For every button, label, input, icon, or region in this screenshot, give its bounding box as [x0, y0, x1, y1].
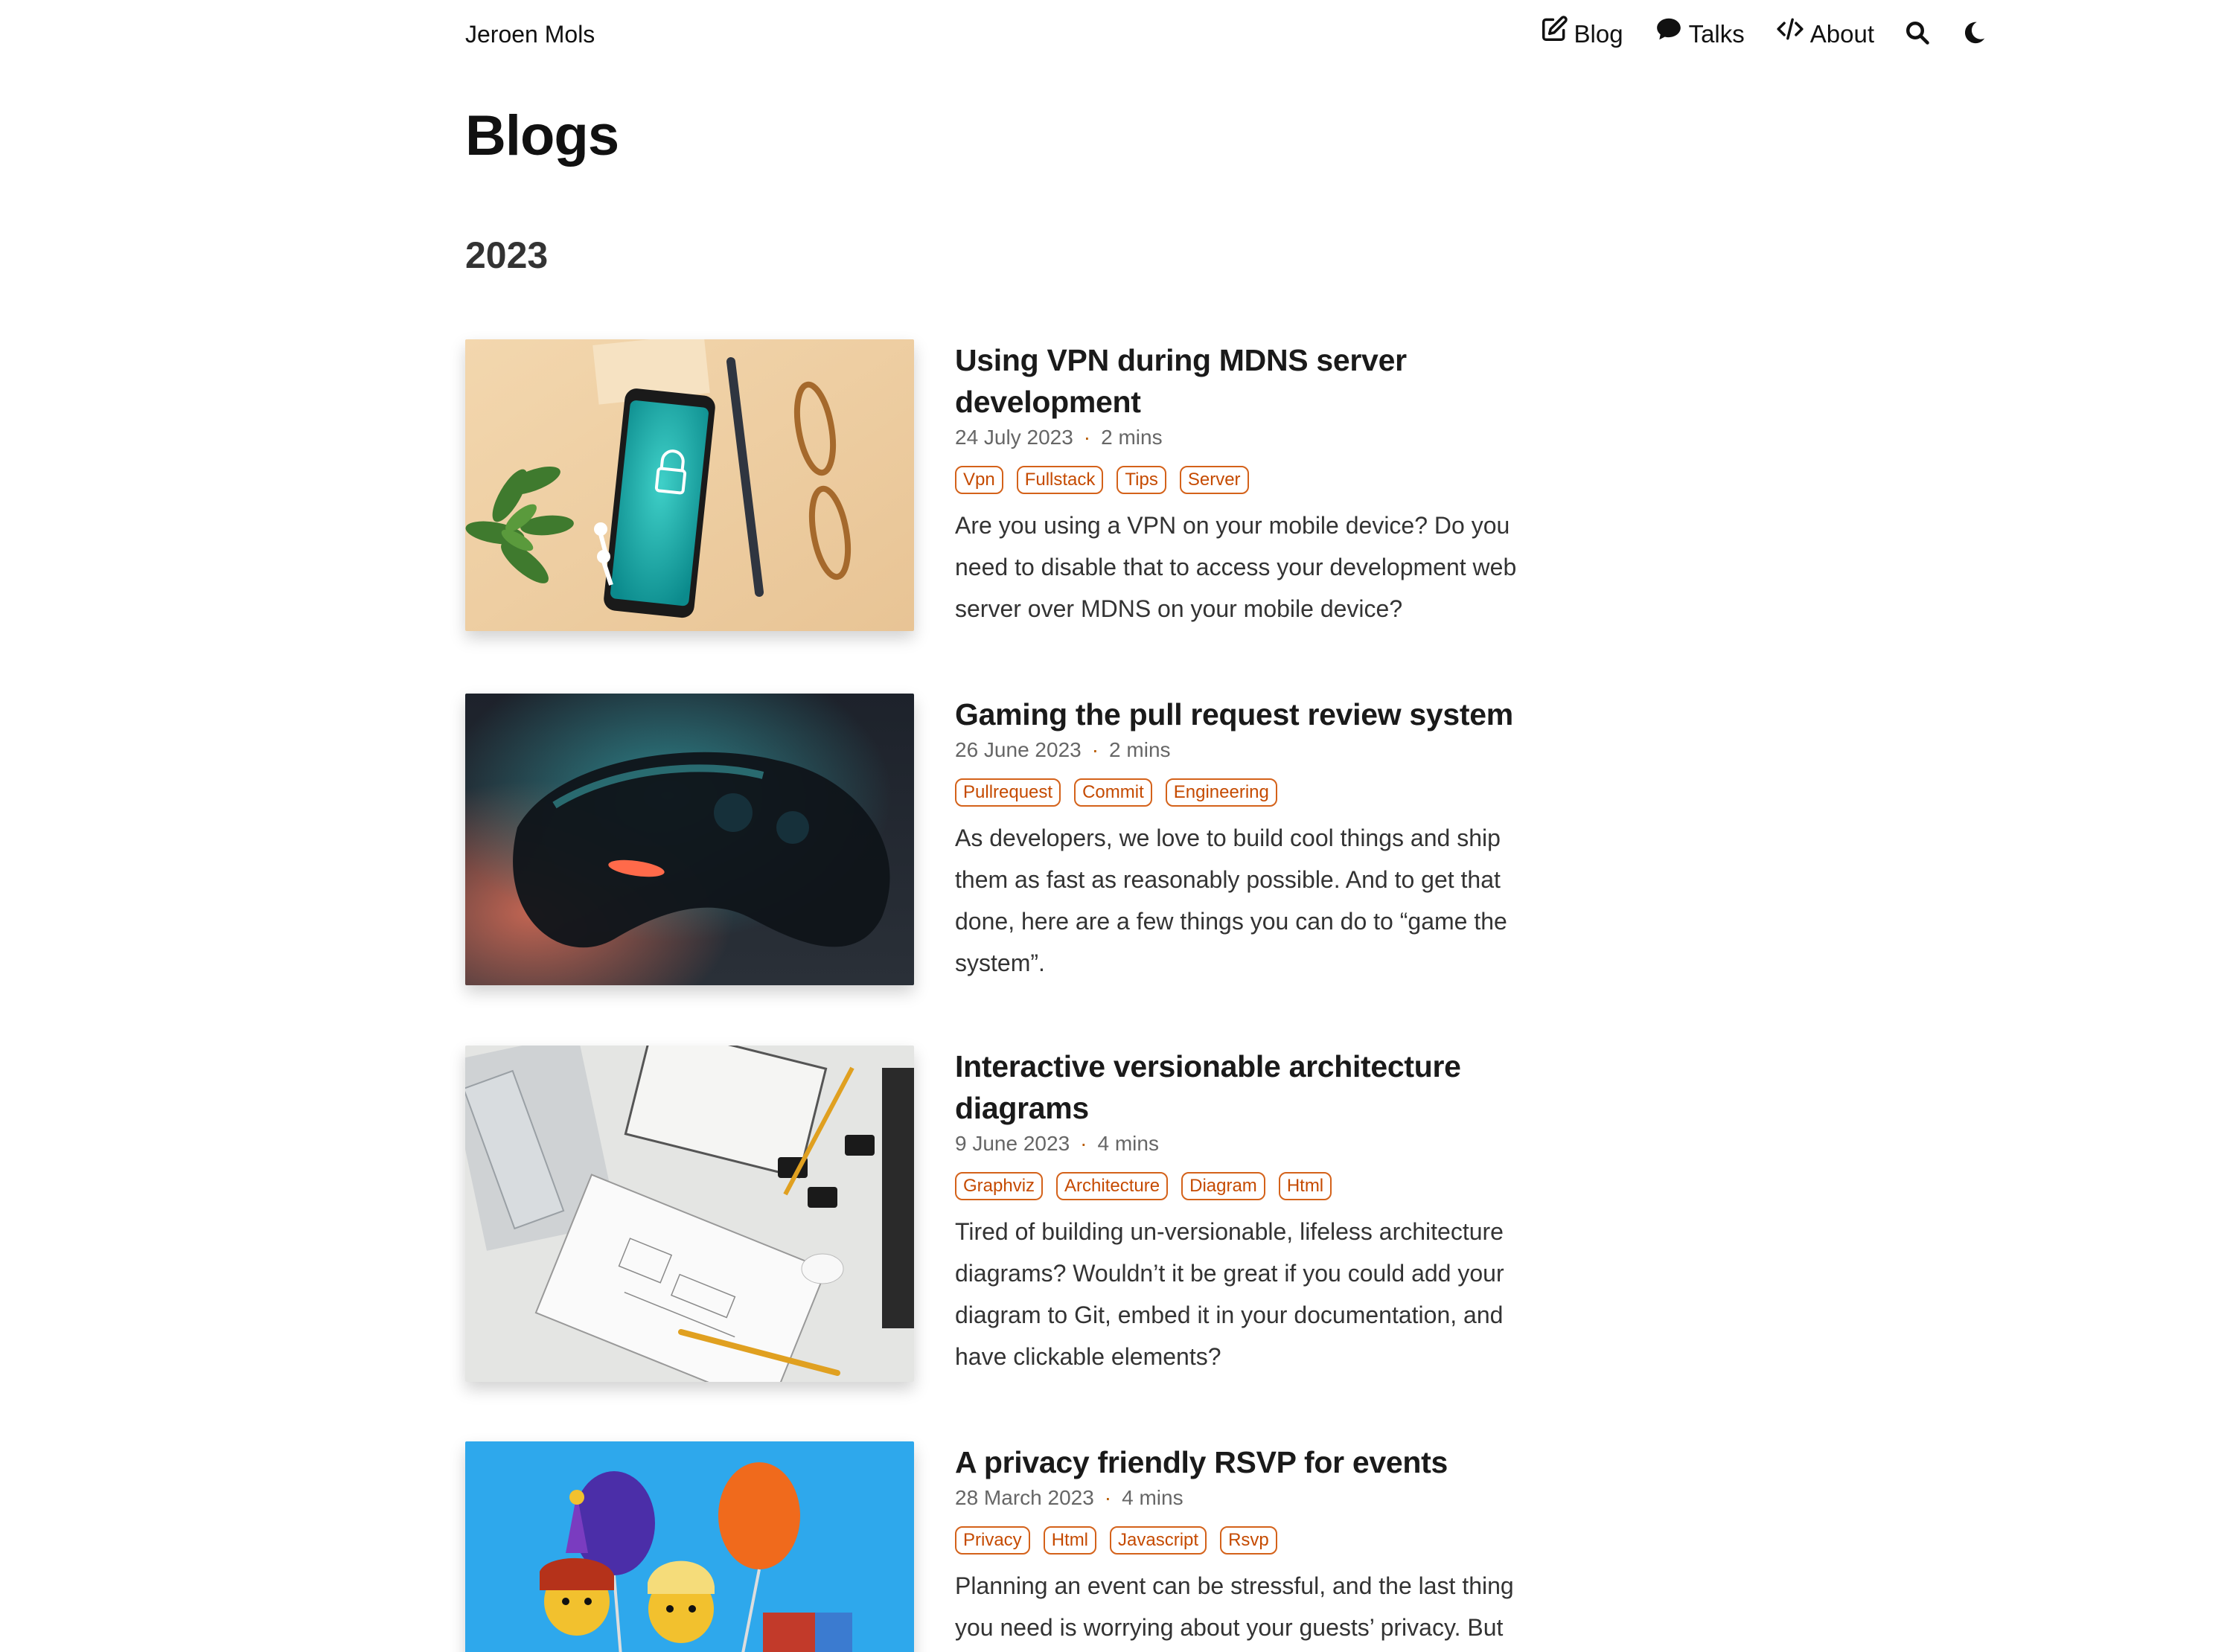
post-excerpt: Tired of building un-versionable, lifele… — [955, 1218, 1504, 1370]
post-body: Interactive versionable architecture dia… — [955, 1046, 1550, 1377]
post-meta: 26 June 2023 · 2 mins — [955, 737, 1550, 763]
post-title[interactable]: Gaming the pull request review system — [955, 694, 1550, 735]
post-meta: 24 July 2023 · 2 mins — [955, 424, 1550, 451]
meta-separator: · — [1104, 1486, 1112, 1509]
tag[interactable]: Fullstack — [1016, 466, 1104, 494]
search-icon — [1904, 19, 1931, 50]
post-date: 24 July 2023 — [955, 426, 1073, 449]
nav-about[interactable]: About — [1776, 15, 1874, 54]
moon-icon — [1961, 19, 1987, 50]
post-image[interactable] — [465, 694, 914, 985]
post-body: A privacy friendly RSVP for events 28 Ma… — [955, 1441, 1550, 1652]
tag[interactable]: Commit — [1074, 778, 1152, 807]
speech-bubble-icon — [1655, 15, 1683, 54]
post-title[interactable]: A privacy friendly RSVP for events — [955, 1441, 1550, 1483]
tag[interactable]: Html — [1278, 1172, 1332, 1200]
tag[interactable]: Javascript — [1110, 1526, 1207, 1555]
post-duration: 4 mins — [1122, 1486, 1183, 1509]
year-heading: 2023 — [465, 234, 549, 276]
game-controller-photo — [465, 694, 914, 985]
page-title: Blogs — [465, 104, 619, 167]
post-date: 9 June 2023 — [955, 1132, 1070, 1155]
post-tags: Vpn Fullstack Tips Server — [955, 466, 1550, 494]
post-tags: Pullrequest Commit Engineering — [955, 778, 1550, 807]
post-image[interactable] — [465, 1046, 914, 1382]
post-tags: Privacy Html Javascript Rsvp — [955, 1526, 1550, 1555]
tag[interactable]: Privacy — [955, 1526, 1030, 1555]
post-excerpt: Planning an event can be stressful, and … — [955, 1572, 1514, 1641]
post-tags: Graphviz Architecture Diagram Html — [955, 1172, 1550, 1200]
tag[interactable]: Graphviz — [955, 1172, 1044, 1200]
meta-separator: · — [1091, 738, 1099, 761]
nav-blog[interactable]: Blog — [1540, 15, 1623, 54]
site-title[interactable]: Jeroen Mols — [465, 18, 595, 51]
meta-separator: · — [1083, 426, 1091, 449]
tag[interactable]: Diagram — [1181, 1172, 1265, 1200]
post-date: 26 June 2023 — [955, 738, 1082, 761]
post-duration: 4 mins — [1097, 1132, 1159, 1155]
lego-figures-balloons-photo — [465, 1441, 914, 1652]
main-nav: Blog Talks About — [1509, 15, 1988, 54]
tag[interactable]: Server — [1179, 466, 1249, 494]
post-excerpt: As developers, we love to build cool thi… — [955, 825, 1507, 976]
nav-talks-label: Talks — [1688, 20, 1745, 48]
tag[interactable]: Tips — [1116, 466, 1166, 494]
post-meta: 28 March 2023 · 4 mins — [955, 1485, 1550, 1511]
tag[interactable]: Pullrequest — [955, 778, 1061, 807]
post-title[interactable]: Interactive versionable architecture dia… — [955, 1046, 1550, 1129]
nav-talks[interactable]: Talks — [1655, 15, 1745, 54]
tag[interactable]: Architecture — [1056, 1172, 1169, 1200]
nav-about-label: About — [1809, 20, 1874, 48]
tag[interactable]: Html — [1043, 1526, 1097, 1555]
post-body: Gaming the pull request review system 26… — [955, 694, 1550, 984]
post-image[interactable] — [465, 1441, 914, 1652]
desk-with-sketches-photo — [465, 1046, 914, 1382]
edit-icon — [1540, 15, 1568, 54]
nav-blog-label: Blog — [1574, 20, 1623, 48]
theme-toggle-button[interactable] — [1961, 19, 1987, 50]
post-duration: 2 mins — [1109, 738, 1171, 761]
tag[interactable]: Vpn — [955, 466, 1003, 494]
meta-separator: · — [1080, 1132, 1087, 1155]
search-button[interactable] — [1904, 19, 1931, 50]
post-excerpt: Are you using a VPN on your mobile devic… — [955, 512, 1517, 622]
tag[interactable]: Rsvp — [1220, 1526, 1277, 1555]
post-duration: 2 mins — [1101, 426, 1163, 449]
code-icon — [1776, 15, 1804, 54]
phone-with-vpn-lock-photo — [465, 339, 914, 631]
post-meta: 9 June 2023 · 4 mins — [955, 1130, 1550, 1157]
post-image[interactable] — [465, 339, 914, 631]
post-title[interactable]: Using VPN during MDNS server development — [955, 339, 1550, 423]
tag[interactable]: Engineering — [1165, 778, 1277, 807]
post-date: 28 March 2023 — [955, 1486, 1094, 1509]
post-body: Using VPN during MDNS server development… — [955, 339, 1550, 630]
